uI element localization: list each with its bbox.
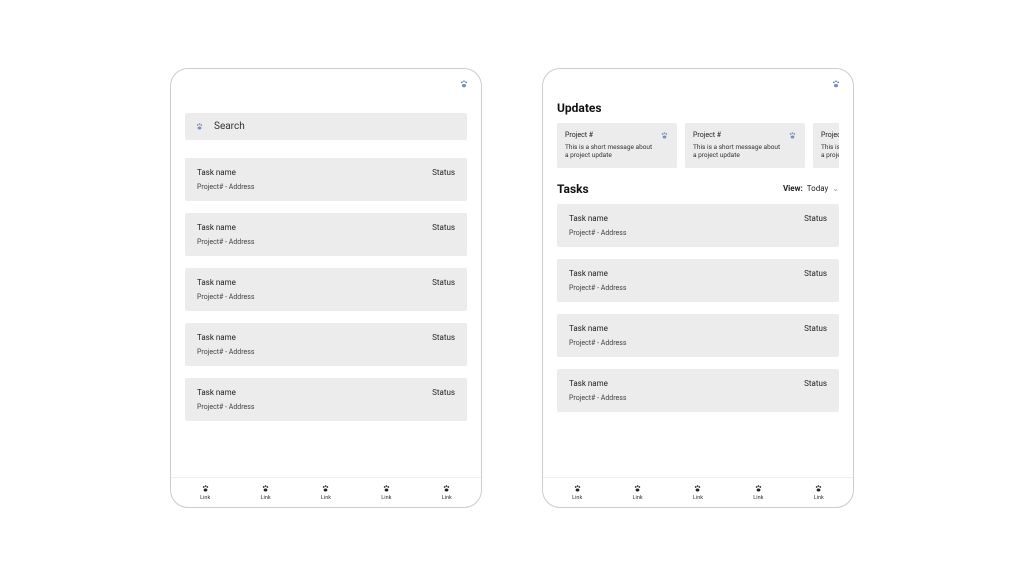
update-title: Project # xyxy=(821,131,839,139)
task-status: Status xyxy=(804,379,827,388)
paw-icon xyxy=(831,79,841,89)
nav-item[interactable]: Link xyxy=(814,484,824,501)
task-name: Task name xyxy=(197,223,236,232)
task-card[interactable]: Task name Status Project# - Address xyxy=(185,268,467,311)
update-title: Project # xyxy=(693,131,782,139)
updates-title: Updates xyxy=(557,101,839,115)
content-area: Search Task name Status Project# - Addre… xyxy=(171,95,481,477)
task-name: Task name xyxy=(569,269,608,278)
search-placeholder: Search xyxy=(214,121,245,132)
update-card[interactable]: Project # This is a short message about … xyxy=(813,123,839,168)
device-updates-tasks: Updates Project # This is a short messag… xyxy=(542,68,854,508)
device-header xyxy=(171,79,481,95)
paw-icon xyxy=(201,484,210,493)
task-name: Task name xyxy=(569,214,608,223)
update-card[interactable]: Project # This is a short message about … xyxy=(557,123,677,168)
task-subtitle: Project# - Address xyxy=(197,238,455,246)
task-status: Status xyxy=(804,324,827,333)
nav-label: Link xyxy=(753,495,763,501)
nav-label: Link xyxy=(814,495,824,501)
nav-label: Link xyxy=(693,495,703,501)
paw-icon xyxy=(195,122,204,131)
paw-icon xyxy=(459,79,469,89)
task-subtitle: Project# - Address xyxy=(569,284,827,292)
bottom-nav: Link Link Link Link Link xyxy=(543,477,853,507)
paw-icon xyxy=(321,484,330,493)
device-search-tasks: Search Task name Status Project# - Addre… xyxy=(170,68,482,508)
nav-item[interactable]: Link xyxy=(633,484,643,501)
task-name: Task name xyxy=(569,379,608,388)
task-subtitle: Project# - Address xyxy=(197,183,455,191)
nav-item[interactable]: Link xyxy=(381,484,391,501)
task-subtitle: Project# - Address xyxy=(569,394,827,402)
task-subtitle: Project# - Address xyxy=(569,229,827,237)
update-title: Project # xyxy=(565,131,654,139)
paw-icon xyxy=(788,131,797,140)
task-status: Status xyxy=(432,168,455,177)
updates-row: Project # This is a short message about … xyxy=(557,123,839,168)
paw-icon xyxy=(814,484,823,493)
task-status: Status xyxy=(804,269,827,278)
nav-item[interactable]: Link xyxy=(261,484,271,501)
task-card[interactable]: Task name Status Project# - Address xyxy=(557,314,839,357)
task-status: Status xyxy=(804,214,827,223)
nav-label: Link xyxy=(442,495,452,501)
paw-icon xyxy=(573,484,582,493)
paw-icon xyxy=(442,484,451,493)
task-status: Status xyxy=(432,278,455,287)
nav-label: Link xyxy=(381,495,391,501)
view-value: Today xyxy=(807,184,829,193)
task-name: Task name xyxy=(197,278,236,287)
update-message: This is a short message about a project … xyxy=(693,143,782,160)
task-subtitle: Project# - Address xyxy=(569,339,827,347)
paw-icon xyxy=(382,484,391,493)
update-card[interactable]: Project # This is a short message about … xyxy=(685,123,805,168)
task-card[interactable]: Task name Status Project# - Address xyxy=(557,369,839,412)
task-card[interactable]: Task name Status Project# - Address xyxy=(185,213,467,256)
task-name: Task name xyxy=(569,324,608,333)
search-input[interactable]: Search xyxy=(185,113,467,140)
nav-item[interactable]: Link xyxy=(321,484,331,501)
nav-label: Link xyxy=(200,495,210,501)
task-card[interactable]: Task name Status Project# - Address xyxy=(185,323,467,366)
paw-icon xyxy=(754,484,763,493)
paw-icon xyxy=(261,484,270,493)
task-status: Status xyxy=(432,223,455,232)
device-header xyxy=(543,79,853,95)
nav-label: Link xyxy=(321,495,331,501)
nav-item[interactable]: Link xyxy=(753,484,763,501)
nav-label: Link xyxy=(572,495,582,501)
paw-icon xyxy=(693,484,702,493)
task-name: Task name xyxy=(197,168,236,177)
task-card[interactable]: Task name Status Project# - Address xyxy=(185,158,467,201)
nav-item[interactable]: Link xyxy=(693,484,703,501)
task-subtitle: Project# - Address xyxy=(197,403,455,411)
nav-item[interactable]: Link xyxy=(572,484,582,501)
task-status: Status xyxy=(432,333,455,342)
view-select[interactable]: View: Today ⌄ xyxy=(783,184,839,193)
tasks-title: Tasks xyxy=(557,182,589,196)
task-name: Task name xyxy=(197,388,236,397)
task-card[interactable]: Task name Status Project# - Address xyxy=(557,259,839,302)
tasks-header: Tasks View: Today ⌄ xyxy=(557,182,839,196)
task-subtitle: Project# - Address xyxy=(197,293,455,301)
task-name: Task name xyxy=(197,333,236,342)
task-status: Status xyxy=(432,388,455,397)
task-card[interactable]: Task name Status Project# - Address xyxy=(185,378,467,421)
chevron-down-icon: ⌄ xyxy=(832,184,839,193)
paw-icon xyxy=(660,131,669,140)
view-label: View: xyxy=(783,184,803,193)
nav-label: Link xyxy=(633,495,643,501)
task-subtitle: Project# - Address xyxy=(197,348,455,356)
nav-item[interactable]: Link xyxy=(442,484,452,501)
update-message: This is a short message about a project … xyxy=(565,143,654,160)
nav-label: Link xyxy=(261,495,271,501)
bottom-nav: Link Link Link Link Link xyxy=(171,477,481,507)
content-area: Updates Project # This is a short messag… xyxy=(543,95,853,477)
paw-icon xyxy=(633,484,642,493)
update-message: This is a short message about a project … xyxy=(821,143,839,160)
nav-item[interactable]: Link xyxy=(200,484,210,501)
task-card[interactable]: Task name Status Project# - Address xyxy=(557,204,839,247)
